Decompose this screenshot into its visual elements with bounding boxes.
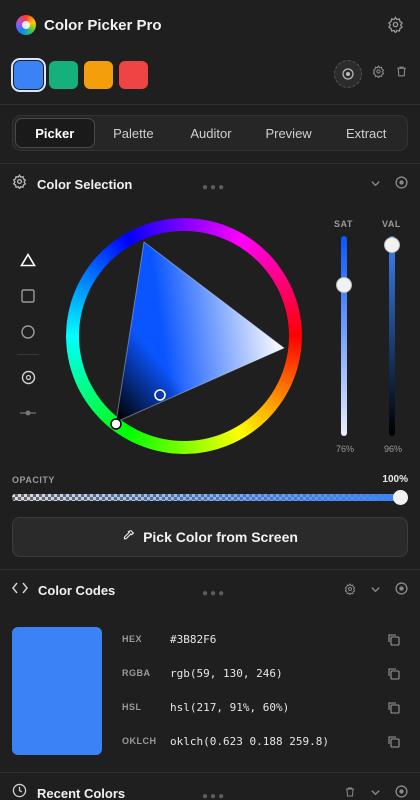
- add-swatch-button[interactable]: [334, 60, 362, 88]
- app-title: Color Picker Pro: [44, 16, 162, 34]
- swatch-tools: [334, 60, 408, 88]
- section-title: Recent Colors: [37, 785, 126, 800]
- drag-handle-icon[interactable]: ●●●: [202, 588, 226, 599]
- eyedropper-icon: [122, 529, 135, 545]
- tab-picker[interactable]: Picker: [15, 118, 95, 148]
- code-brackets-icon: [12, 581, 28, 599]
- val-slider-thumb[interactable]: [384, 237, 400, 253]
- swatch-row: [11, 58, 148, 92]
- settings-gear-icon[interactable]: [387, 16, 404, 38]
- gear-icon: [12, 174, 27, 194]
- sat-value: 76%: [336, 444, 355, 454]
- divider: [0, 104, 420, 105]
- tab-bar: Picker Palette Auditor Preview Extract: [12, 115, 408, 151]
- hue-wheel[interactable]: [66, 218, 302, 454]
- code-row-hsl: HSL hsl(217, 91%, 60%): [122, 695, 408, 719]
- tab-preview[interactable]: Preview: [250, 118, 328, 148]
- pick-color-from-screen-button[interactable]: Pick Color from Screen: [12, 517, 408, 557]
- trash-icon[interactable]: [344, 785, 356, 800]
- code-row-oklch: OKLCH oklch(0.623 0.188 259.8): [122, 729, 408, 753]
- opacity-slider-thumb[interactable]: [393, 490, 408, 505]
- code-value[interactable]: rgb(59, 130, 246): [170, 667, 283, 680]
- code-row-hex: HEX #3B82F6: [122, 627, 408, 651]
- copy-icon[interactable]: [388, 701, 400, 719]
- gear-icon[interactable]: [344, 582, 356, 600]
- swatch-orange[interactable]: [84, 61, 113, 89]
- target-icon[interactable]: [395, 785, 408, 800]
- copy-icon[interactable]: [388, 667, 400, 685]
- val-slider-track[interactable]: [389, 236, 395, 436]
- sat-label: SAT: [334, 219, 353, 229]
- swatch-settings-icon[interactable]: [372, 65, 385, 83]
- clock-icon: [12, 783, 27, 800]
- chevron-down-icon[interactable]: [370, 176, 381, 194]
- code-value[interactable]: #3B82F6: [170, 633, 216, 646]
- triangle-icon[interactable]: [14, 242, 42, 278]
- code-key: HSL: [122, 702, 142, 712]
- eyedropper-target-icon[interactable]: [14, 359, 42, 395]
- swatch-blue[interactable]: [11, 58, 46, 92]
- trash-icon[interactable]: [395, 65, 408, 83]
- tab-extract[interactable]: Extract: [327, 118, 405, 148]
- code-row-rgba: RGBA rgb(59, 130, 246): [122, 661, 408, 685]
- color-codes-header[interactable]: Color Codes ●●●: [0, 570, 420, 610]
- square-icon[interactable]: [14, 278, 42, 314]
- target-icon[interactable]: [395, 582, 408, 600]
- color-selection-header[interactable]: Color Selection ●●●: [0, 164, 420, 204]
- chevron-down-icon[interactable]: [370, 582, 381, 600]
- slider-handle-icon[interactable]: [14, 395, 42, 431]
- circle-icon[interactable]: [14, 314, 42, 350]
- drag-handle-icon[interactable]: ●●●: [202, 182, 226, 193]
- shape-tool-rail: [14, 242, 42, 431]
- app-header: Color Picker Pro: [0, 0, 420, 50]
- opacity-label: OPACITY: [12, 475, 55, 485]
- code-key: HEX: [122, 634, 143, 644]
- recent-colors-header[interactable]: Recent Colors ●●●: [0, 773, 420, 800]
- chevron-down-icon[interactable]: [370, 785, 381, 800]
- tab-auditor[interactable]: Auditor: [172, 118, 250, 148]
- code-key: OKLCH: [122, 736, 157, 746]
- sat-slider-thumb[interactable]: [336, 277, 352, 293]
- rail-divider: [17, 354, 39, 355]
- opacity-slider-track[interactable]: [12, 494, 402, 501]
- val-label: VAL: [382, 219, 401, 229]
- swatch-red[interactable]: [119, 61, 148, 89]
- section-title: Color Codes: [38, 582, 116, 598]
- section-title: Color Selection: [37, 176, 133, 192]
- app-logo-icon: [16, 15, 36, 35]
- code-value[interactable]: oklch(0.623 0.188 259.8): [170, 735, 329, 748]
- copy-icon[interactable]: [388, 735, 400, 753]
- color-preview: [12, 627, 102, 755]
- copy-icon[interactable]: [388, 633, 400, 651]
- hue-ring-handle: [110, 418, 122, 430]
- target-icon[interactable]: [395, 176, 408, 194]
- val-value: 96%: [384, 444, 403, 454]
- drag-handle-icon[interactable]: ●●●: [202, 791, 226, 800]
- pick-button-label: Pick Color from Screen: [143, 529, 298, 545]
- tab-palette[interactable]: Palette: [95, 118, 173, 148]
- opacity-value: 100%: [382, 474, 408, 485]
- code-value[interactable]: hsl(217, 91%, 60%): [170, 701, 289, 714]
- target-icon: [342, 68, 354, 80]
- code-key: RGBA: [122, 668, 151, 678]
- swatch-green[interactable]: [49, 61, 78, 89]
- sat-slider-track[interactable]: [341, 236, 347, 436]
